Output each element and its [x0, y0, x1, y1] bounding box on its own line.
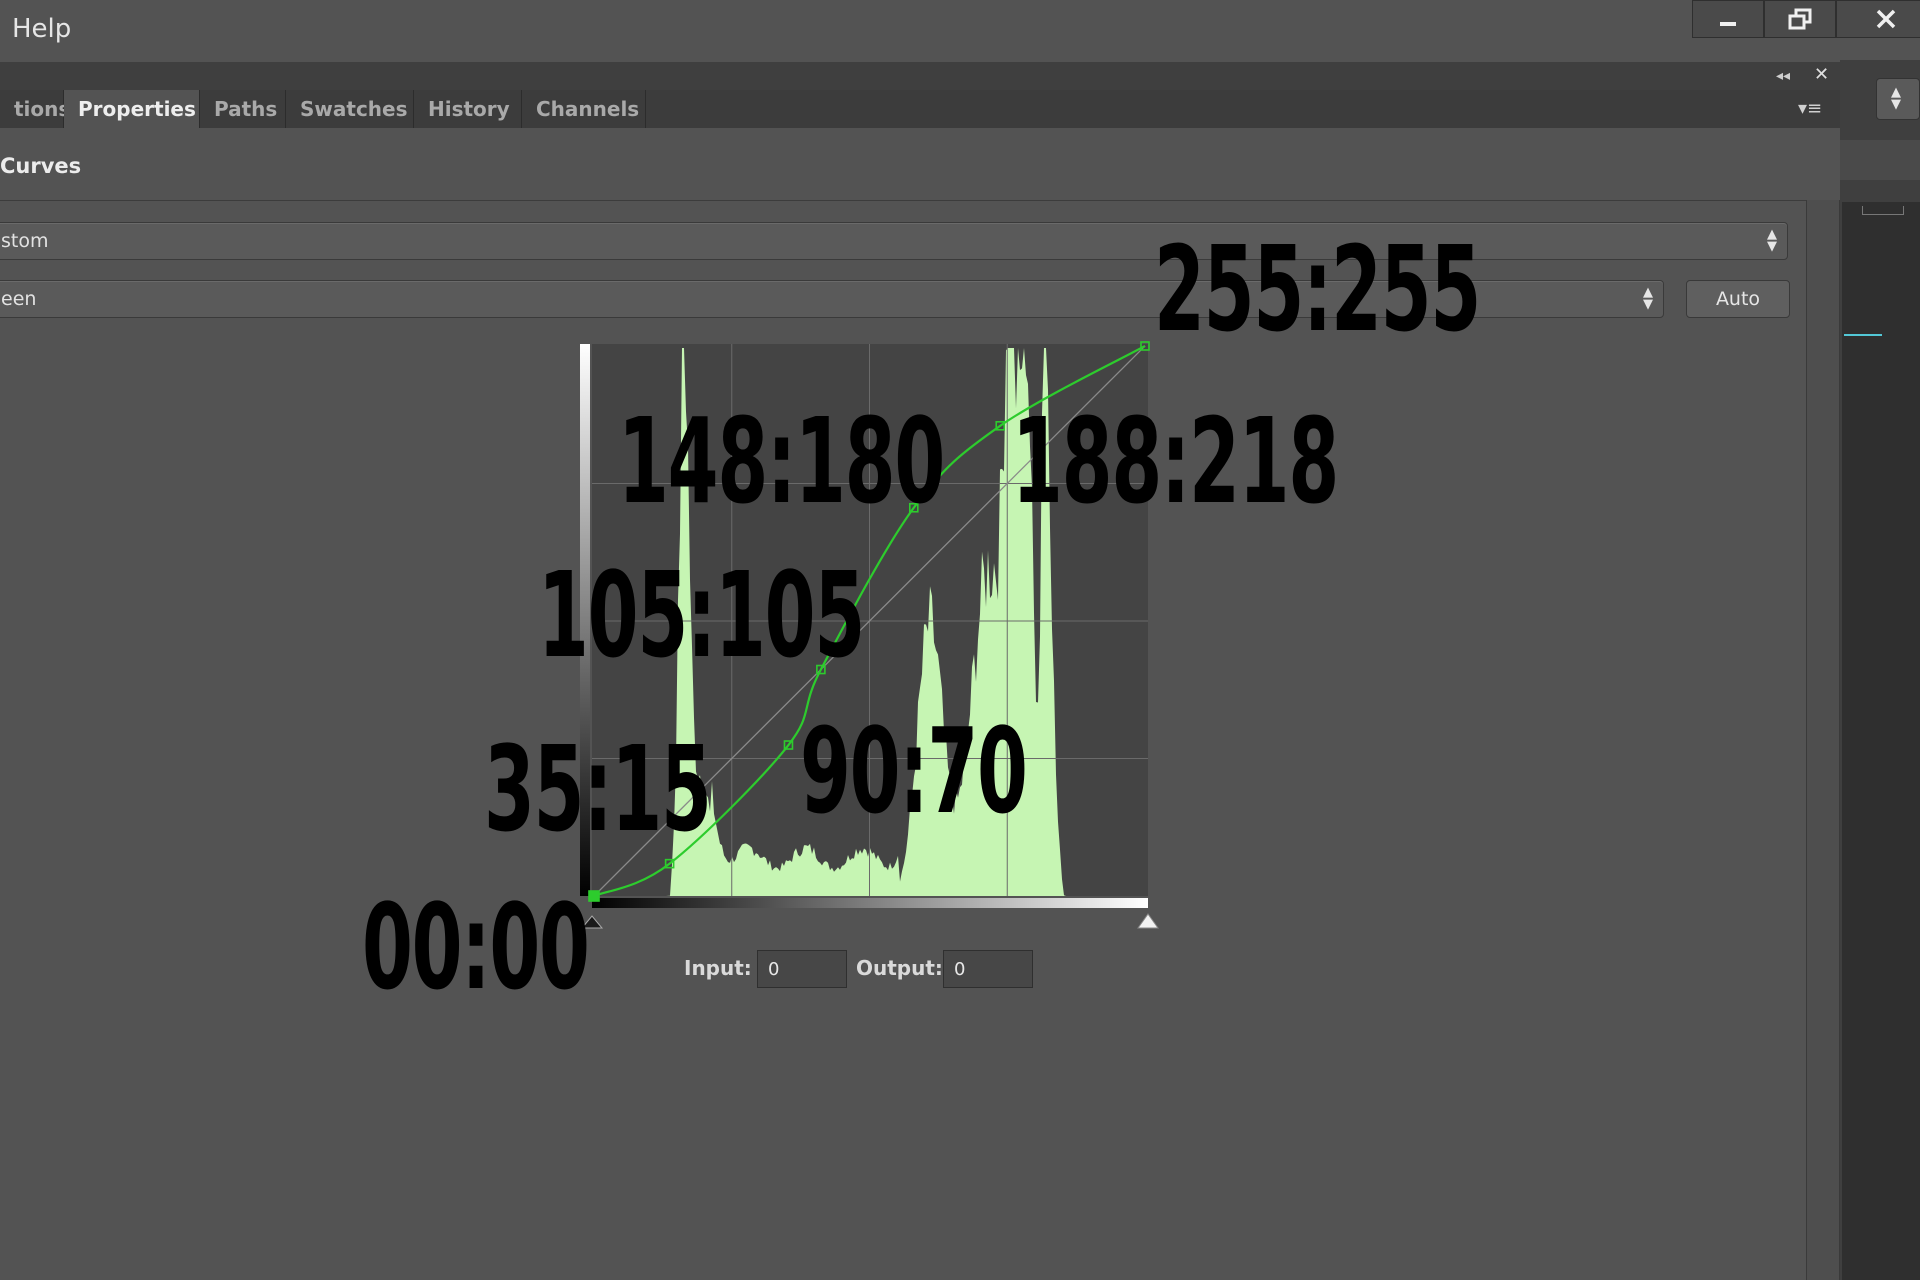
annotation-point-255: 255:255 — [1154, 220, 1481, 358]
annotation-point-35: 35:15 — [484, 720, 712, 858]
output-label: Output: — [856, 956, 943, 980]
output-value: 0 — [954, 959, 966, 980]
curves-graph[interactable] — [0, 0, 1920, 1280]
input-label: Input: — [684, 956, 752, 980]
annotation-point-0: 00:00 — [362, 878, 590, 1016]
white-point-slider[interactable] — [1137, 913, 1159, 929]
input-value: 0 — [768, 959, 780, 980]
annotation-point-148: 148:180 — [618, 392, 945, 530]
annotation-point-188: 188:218 — [1012, 392, 1339, 530]
annotation-point-105: 105:105 — [538, 546, 865, 684]
annotation-point-90: 90:70 — [800, 702, 1028, 840]
input-gradient-bar — [592, 898, 1148, 908]
output-field[interactable]: 0 — [943, 950, 1033, 988]
input-field[interactable]: 0 — [757, 950, 847, 988]
curve-control-point[interactable] — [588, 890, 600, 902]
